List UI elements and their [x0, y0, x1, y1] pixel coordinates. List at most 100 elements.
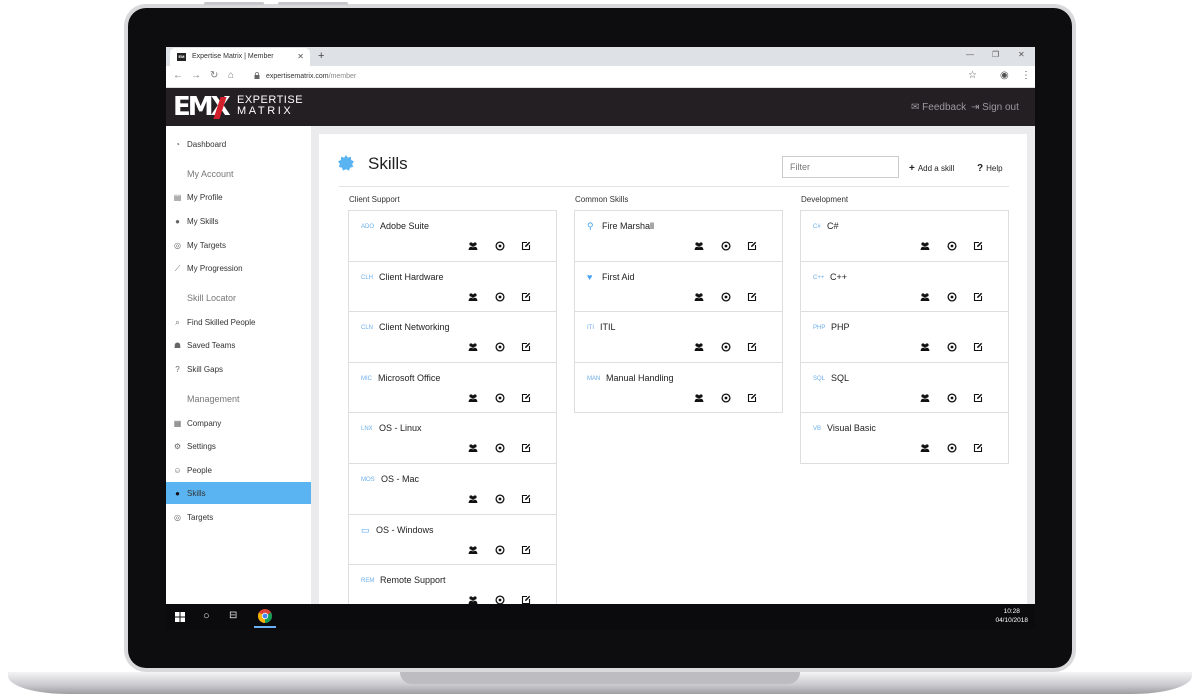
back-icon[interactable]: ←: [173, 70, 183, 81]
edit-icon[interactable]: [747, 241, 757, 251]
target-icon[interactable]: [495, 494, 505, 504]
target-icon[interactable]: [495, 342, 505, 352]
edit-icon[interactable]: [521, 342, 531, 352]
chrome-icon[interactable]: [258, 609, 272, 623]
users-icon[interactable]: [920, 443, 930, 453]
users-icon[interactable]: [694, 393, 704, 403]
users-icon[interactable]: [468, 393, 478, 403]
target-icon[interactable]: [495, 393, 505, 403]
target-icon[interactable]: [947, 292, 957, 302]
users-icon[interactable]: [920, 241, 930, 251]
edit-icon[interactable]: [747, 292, 757, 302]
windows-start-icon[interactable]: [175, 612, 185, 622]
users-icon[interactable]: [694, 342, 704, 352]
help-button[interactable]: ? Help: [977, 163, 1003, 174]
sidebar-item-company[interactable]: ▦ Company: [166, 412, 311, 434]
minimize-icon[interactable]: —: [966, 50, 974, 59]
edit-icon[interactable]: [521, 545, 531, 555]
target-icon[interactable]: [721, 342, 731, 352]
question-circle-icon: ?: [175, 365, 180, 374]
star-icon[interactable]: ☆: [968, 70, 977, 81]
target-icon[interactable]: [495, 241, 505, 251]
skill-name: Client Hardware: [379, 271, 444, 282]
users-icon[interactable]: [468, 342, 478, 352]
sidebar-item-my-skills[interactable]: ● My Skills: [166, 210, 311, 232]
skill-actions: [468, 545, 538, 555]
edit-icon[interactable]: [973, 393, 983, 403]
home-icon[interactable]: ⌂: [228, 70, 234, 81]
address-bar-url[interactable]: expertisematrix.com/member: [266, 73, 356, 80]
target-icon[interactable]: [947, 342, 957, 352]
sidebar-item-find-skilled-people[interactable]: ⌕ Find Skilled People: [166, 311, 311, 333]
browser-tab[interactable]: EM Expertise Matrix | Member ✕: [170, 48, 310, 66]
new-tab-icon[interactable]: +: [318, 50, 324, 62]
skill-card: ⚲ Fire Marshall: [575, 211, 782, 262]
users-icon[interactable]: [468, 494, 478, 504]
restore-icon[interactable]: ❐: [992, 50, 999, 59]
sidebar-item-skill-gaps[interactable]: ? Skill Gaps: [166, 358, 311, 380]
filter-input[interactable]: [782, 156, 899, 178]
account-icon[interactable]: ◉: [1000, 70, 1009, 81]
users-icon[interactable]: [694, 292, 704, 302]
skill-code: VB: [813, 426, 822, 433]
sidebar-item-my-progression[interactable]: ⟋ My Progression: [166, 257, 311, 279]
dashboard-icon: ◔: [175, 140, 180, 149]
target-icon[interactable]: [495, 292, 505, 302]
sidebar-item-label: Find Skilled People: [187, 318, 256, 327]
target-icon[interactable]: [947, 241, 957, 251]
add-skill-button[interactable]: + Add a skill: [909, 163, 954, 174]
users-icon[interactable]: [920, 342, 930, 352]
edit-icon[interactable]: [747, 393, 757, 403]
target-icon[interactable]: [721, 241, 731, 251]
sidebar-item-my-targets[interactable]: ◎ My Targets: [166, 234, 311, 256]
search-circle-icon[interactable]: ○: [203, 610, 210, 622]
edit-icon[interactable]: [521, 494, 531, 504]
sidebar-item-people[interactable]: ☺ People: [166, 459, 311, 481]
users-icon[interactable]: [694, 241, 704, 251]
target-icon[interactable]: [495, 443, 505, 453]
users-icon[interactable]: [920, 292, 930, 302]
edit-icon[interactable]: [973, 342, 983, 352]
target-icon[interactable]: [721, 393, 731, 403]
edit-icon[interactable]: [973, 241, 983, 251]
signout-link[interactable]: ⇥ Sign out: [971, 102, 1019, 113]
users-icon[interactable]: [468, 292, 478, 302]
edit-icon[interactable]: [521, 393, 531, 403]
sidebar-item-skills[interactable]: ● Skills: [166, 482, 311, 504]
close-window-icon[interactable]: ✕: [1018, 50, 1025, 59]
sidebar-section-title: My Account: [187, 169, 234, 179]
edit-icon[interactable]: [973, 443, 983, 453]
reload-icon[interactable]: ↻: [210, 70, 218, 81]
skill-name: First Aid: [602, 271, 635, 282]
forward-icon[interactable]: →: [191, 70, 201, 81]
sidebar-item-my-profile[interactable]: ▤ My Profile: [166, 186, 311, 208]
target-icon[interactable]: [947, 393, 957, 403]
sidebar-item-saved-teams[interactable]: ☗ Saved Teams: [166, 334, 311, 356]
sidebar-item-settings[interactable]: ⚙ Settings: [166, 435, 311, 457]
close-tab-icon[interactable]: ✕: [297, 52, 304, 61]
skill-actions: [468, 342, 538, 352]
target-icon: ◎: [174, 241, 181, 250]
target-icon[interactable]: [947, 443, 957, 453]
edit-icon[interactable]: [521, 241, 531, 251]
menu-dots-icon[interactable]: ⋮: [1021, 70, 1031, 81]
envelope-icon: ✉: [911, 102, 920, 113]
sidebar-item-targets[interactable]: ◎ Targets: [166, 506, 311, 528]
edit-icon[interactable]: [973, 292, 983, 302]
users-icon[interactable]: [920, 393, 930, 403]
sidebar-item-dashboard[interactable]: ◔ Dashboard: [166, 133, 311, 155]
feedback-link[interactable]: ✉ Feedback: [911, 102, 966, 113]
edit-icon[interactable]: [521, 292, 531, 302]
users-icon[interactable]: [468, 443, 478, 453]
users-icon[interactable]: [468, 241, 478, 251]
system-clock[interactable]: 10:28 04/10/2018: [995, 607, 1028, 625]
skill-card: LNX OS - Linux: [349, 413, 556, 464]
skill-actions: [694, 342, 764, 352]
edit-icon[interactable]: [747, 342, 757, 352]
task-view-icon[interactable]: ⊟: [229, 610, 237, 621]
users-icon[interactable]: [468, 545, 478, 555]
target-icon[interactable]: [721, 292, 731, 302]
target-icon[interactable]: [495, 545, 505, 555]
edit-icon[interactable]: [521, 443, 531, 453]
skill-card: CLH Client Hardware: [349, 262, 556, 313]
